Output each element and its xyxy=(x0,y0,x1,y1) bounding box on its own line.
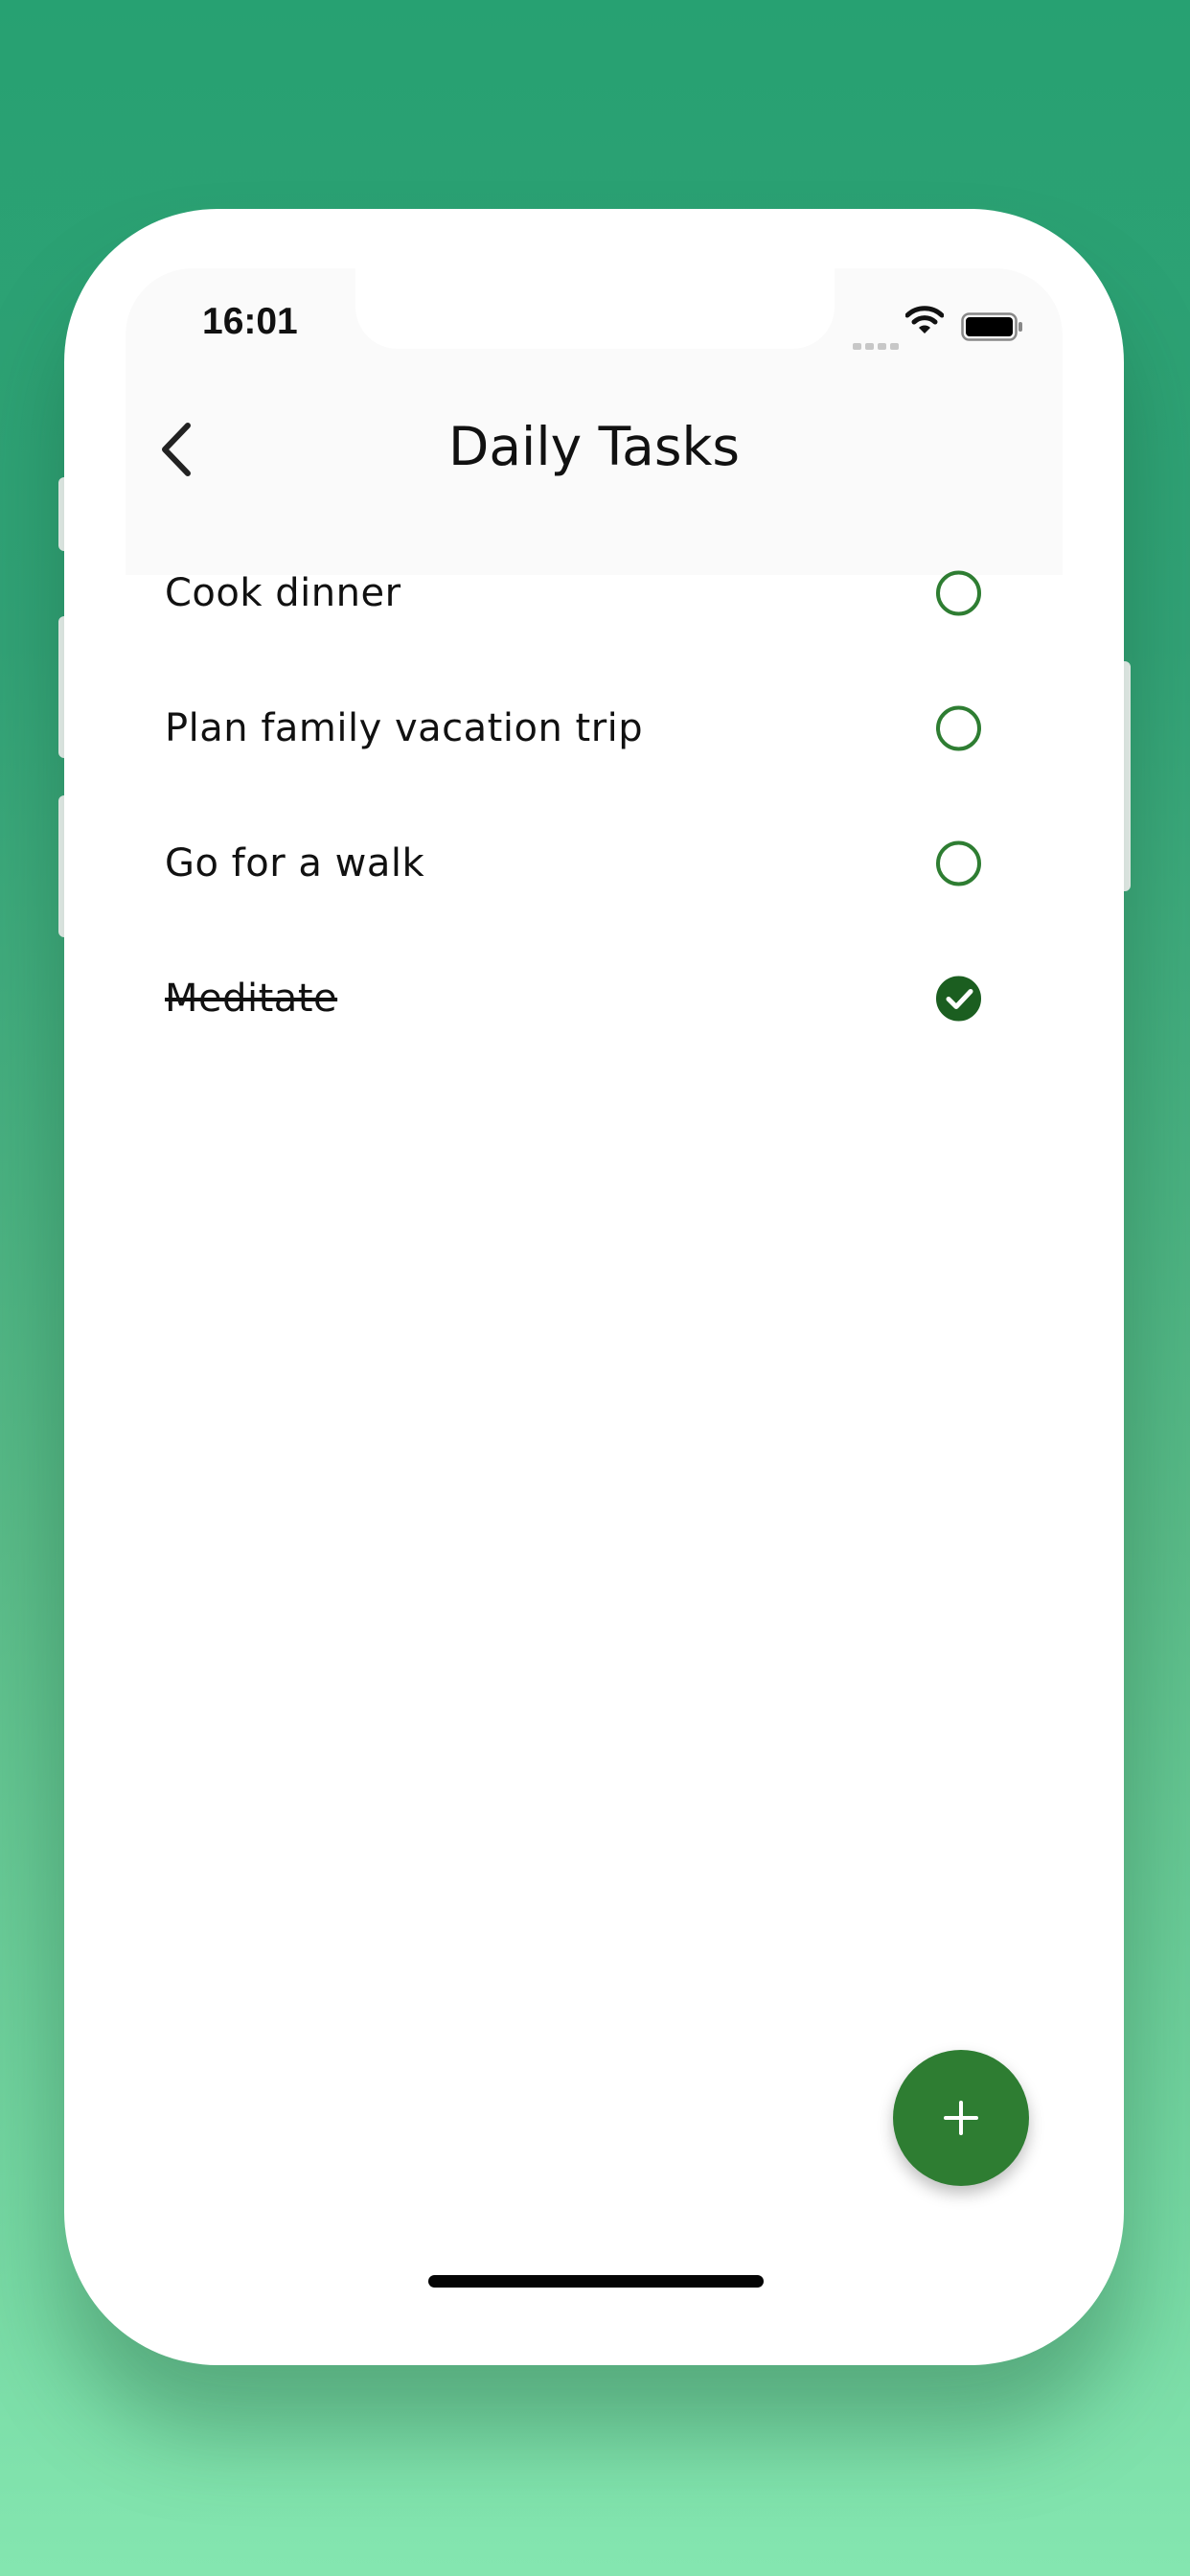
task-item-plan-vacation[interactable]: Plan family vacation trip xyxy=(64,660,1124,795)
task-checkbox[interactable] xyxy=(936,570,981,615)
task-checkbox[interactable] xyxy=(936,705,981,750)
wifi-icon xyxy=(904,305,945,339)
task-label: Plan family vacation trip xyxy=(165,705,644,750)
battery-icon xyxy=(961,312,1024,345)
task-label: Meditate xyxy=(165,976,338,1021)
page-title: Daily Tasks xyxy=(447,416,740,477)
status-time: 16:01 xyxy=(202,301,298,342)
task-item-meditate[interactable]: Meditate xyxy=(64,931,1124,1066)
task-label: Go for a walk xyxy=(165,840,425,886)
task-item-go-for-walk[interactable]: Go for a walk xyxy=(64,795,1124,931)
checkmark-icon xyxy=(946,988,973,1009)
task-checkbox[interactable] xyxy=(936,840,981,886)
plus-icon xyxy=(944,2101,978,2135)
task-checkbox-checked[interactable] xyxy=(936,976,981,1021)
cellular-signal-icon xyxy=(853,335,903,354)
notch xyxy=(355,268,835,349)
phone-frame: 16:01 Daily Tasks Cook dinner Plan famil… xyxy=(64,209,1124,2365)
task-item-cook-dinner[interactable]: Cook dinner xyxy=(64,525,1124,660)
task-list: Cook dinner Plan family vacation trip Go… xyxy=(64,525,1124,1066)
add-task-button[interactable] xyxy=(893,2050,1029,2186)
home-indicator[interactable] xyxy=(428,2275,764,2288)
task-label: Cook dinner xyxy=(165,570,401,615)
